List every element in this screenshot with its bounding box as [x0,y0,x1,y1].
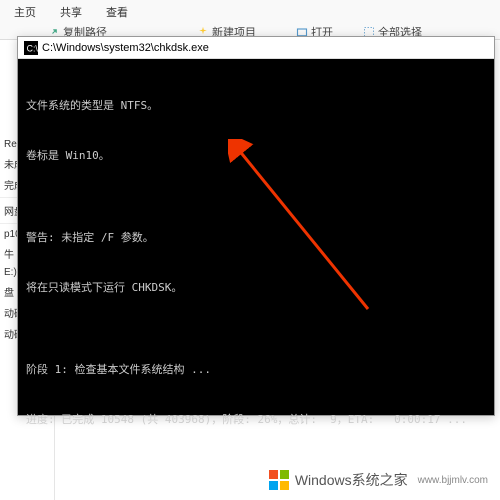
watermark-url: www.bjjmlv.com [418,475,488,486]
content-area: Recv 未成品 完成品 网盘 p10 (C:) 牛 ( E:) 盘 ( 动磁盘… [0,40,500,500]
console-title: C:\Windows\system32\chkdsk.exe [42,42,209,54]
console-output: 文件系统的类型是 NTFS。 卷标是 Win10。 警告: 未指定 /F 参数。… [18,59,494,415]
windows-logo-icon [269,470,289,490]
console-line: 将在只读模式下运行 CHKDSK。 [26,280,486,297]
tab-view[interactable]: 查看 [100,2,134,22]
cmd-icon: C:\ [24,41,38,55]
watermark-text: Windows系统之家 [295,470,408,490]
ribbon-bar: 主页 共享 查看 复制路径 新建项目 打开 全部选择 [0,0,500,40]
tab-home[interactable]: 主页 [8,2,42,22]
main-area: C:\ C:\Windows\system32\chkdsk.exe 文件系统的… [55,40,500,500]
console-line: 进度: 已完成 10548 (共 403968)，阶段: 26%，总计: 9，E… [26,412,486,429]
console-line: 阶段 1: 检查基本文件系统结构 ... [26,362,486,379]
console-line: 卷标是 Win10。 [26,148,486,165]
watermark: Windows系统之家 www.bjjmlv.com [265,468,492,492]
tab-share[interactable]: 共享 [54,2,88,22]
ribbon-tabs: 主页 共享 查看 [8,2,492,22]
console-window: C:\ C:\Windows\system32\chkdsk.exe 文件系统的… [17,36,495,416]
console-line: 文件系统的类型是 NTFS。 [26,98,486,115]
svg-text:C:\: C:\ [27,43,38,53]
console-titlebar[interactable]: C:\ C:\Windows\system32\chkdsk.exe [18,37,494,59]
console-line: 警告: 未指定 /F 参数。 [26,230,486,247]
